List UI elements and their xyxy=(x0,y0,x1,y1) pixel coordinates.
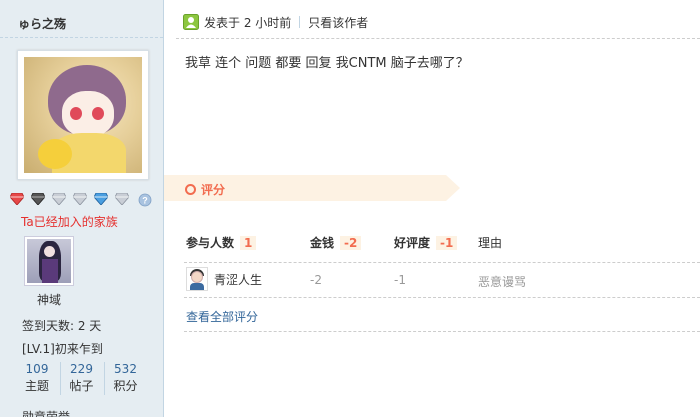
svg-text:?: ? xyxy=(142,196,148,206)
user-sidebar: ゅら之殇 ? Ta已经加入的家族 神域 签到天数: 2 天 [LV.1]初来乍到… xyxy=(0,0,164,417)
points-counter[interactable]: 532 积分 xyxy=(104,362,146,395)
participants-header: 参与人数 1 xyxy=(186,234,257,251)
participants-count: 1 xyxy=(240,235,257,250)
reputation-label: 好评度 xyxy=(394,236,431,250)
silver-gem-icon[interactable] xyxy=(52,193,66,205)
avatar-image xyxy=(24,57,142,173)
money-value: -2 xyxy=(310,273,322,287)
dark-gem-icon[interactable] xyxy=(31,193,45,205)
rating-table-header: 参与人数 1 金钱 -2 好评度 -1 理由 xyxy=(186,234,686,252)
money-total: -2 xyxy=(340,235,362,250)
family-group-name[interactable]: 神域 xyxy=(37,291,61,308)
view-all-ratings-link[interactable]: 查看全部评分 xyxy=(186,308,258,325)
divider xyxy=(0,37,163,38)
divider xyxy=(176,38,700,39)
divider xyxy=(184,262,700,263)
silver-gem-icon[interactable] xyxy=(115,193,129,205)
post-timestamp: 发表于 2 小时前 xyxy=(204,15,292,30)
medals-heading: 勋章荣誉 xyxy=(22,410,71,417)
money-header: 金钱 -2 xyxy=(310,234,362,251)
reputation-header: 好评度 -1 xyxy=(394,234,458,251)
family-group-icon[interactable] xyxy=(24,236,74,286)
points-count[interactable]: 532 xyxy=(105,362,146,376)
red-gem-icon[interactable] xyxy=(10,193,24,205)
reputation-value: -1 xyxy=(394,273,406,287)
posts-label: 帖子 xyxy=(69,379,94,393)
username[interactable]: ゅら之殇 xyxy=(18,15,66,32)
participants-label: 参与人数 xyxy=(186,236,235,250)
rating-title: 评分 xyxy=(185,181,225,198)
medal-row: ? xyxy=(10,193,160,207)
divider xyxy=(299,16,301,28)
rater-avatar[interactable] xyxy=(186,267,208,291)
threads-counter[interactable]: 109 主题 xyxy=(16,362,58,395)
divider xyxy=(184,331,700,332)
money-label: 金钱 xyxy=(310,236,335,250)
reason-header: 理由 xyxy=(478,236,503,250)
family-label: Ta已经加入的家族 xyxy=(21,215,118,229)
silver-gem-icon[interactable] xyxy=(73,193,87,205)
posts-count[interactable]: 229 xyxy=(61,362,102,376)
divider xyxy=(184,297,700,298)
posts-counter[interactable]: 229 帖子 xyxy=(60,362,102,395)
reputation-total: -1 xyxy=(436,235,458,250)
circle-icon xyxy=(185,184,196,195)
sign-in-days: 签到天数: 2 天 xyxy=(22,319,102,333)
user-avatar[interactable] xyxy=(17,50,149,180)
points-label: 积分 xyxy=(113,379,138,393)
threads-count[interactable]: 109 xyxy=(16,362,58,376)
threads-label: 主题 xyxy=(24,379,49,393)
post-header: 发表于 2 小时前 只看该作者 xyxy=(183,13,368,31)
rating-label: 评分 xyxy=(201,183,226,197)
view-author-only-link[interactable]: 只看该作者 xyxy=(308,14,368,31)
rater-name[interactable]: 青涩人生 xyxy=(214,271,262,288)
user-level[interactable]: [LV.1]初来乍到 xyxy=(22,340,103,357)
user-counters: 109 主题 229 帖子 532 积分 xyxy=(16,362,146,396)
table-row: 青涩人生 -2 -1 恶意谩骂 xyxy=(186,267,686,291)
online-status-icon xyxy=(183,14,199,30)
post-content: 我草 连个 问题 都要 回复 我CNTM 脑子去哪了？ xyxy=(185,56,469,71)
blue-gem-icon[interactable] xyxy=(94,193,108,205)
reason-value: 恶意谩骂 xyxy=(478,275,527,289)
question-badge-icon[interactable]: ? xyxy=(138,193,152,207)
